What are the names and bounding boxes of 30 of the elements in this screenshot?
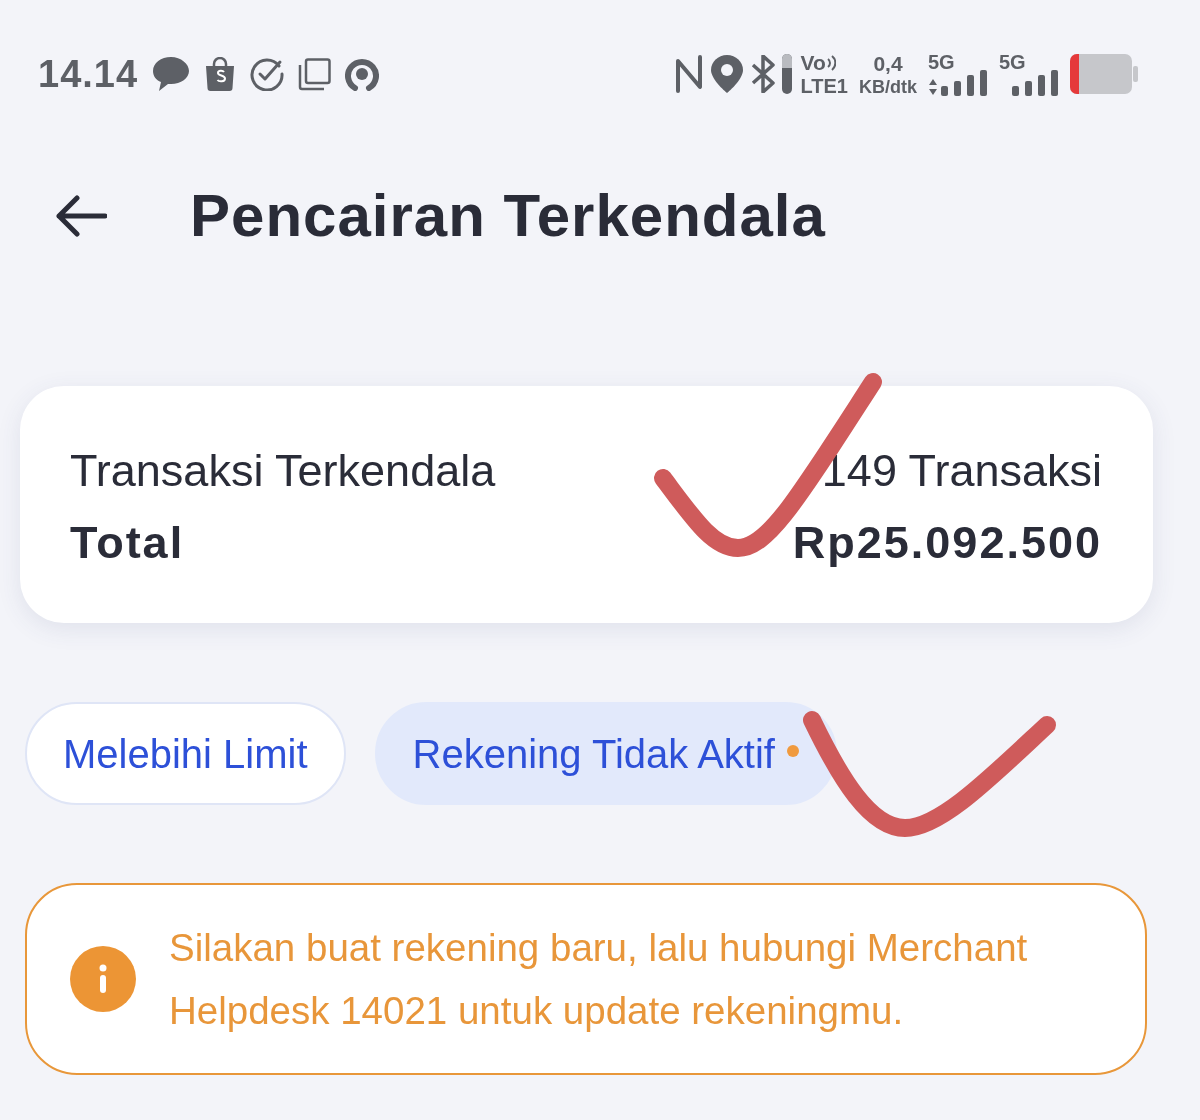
ring-icon: [345, 57, 380, 91]
copy-icon: [298, 57, 332, 91]
summary-value: Rp25.092.500: [792, 516, 1102, 571]
vertical-bar-icon: [781, 54, 792, 94]
network-type-label: 5G: [928, 52, 955, 72]
signal-bars-icon: [941, 70, 988, 96]
bluetooth-icon: [750, 55, 775, 93]
lte-label: LTE1: [800, 76, 848, 96]
back-arrow-icon: [55, 195, 107, 237]
status-time: 14.14: [38, 55, 139, 93]
network-type-label: 5G: [999, 52, 1026, 72]
notice-text: Silakan buat rekening baru, lalu hubungi Merchant Helpdesk 14021 untuk update rekeningmu.: [169, 925, 1029, 1034]
location-pin-icon: [709, 54, 744, 94]
page-title: Pencairan Terkendala: [190, 186, 826, 246]
chat-bubble-icon: [152, 56, 191, 92]
nfc-icon: [674, 55, 703, 93]
summary-label: Total: [70, 516, 185, 571]
speed-value: 0,4: [873, 52, 903, 74]
speed-unit: KB/dtk: [859, 77, 917, 96]
sound-waves-icon: [825, 54, 836, 71]
summary-label: Transaksi Terkendala: [70, 444, 496, 499]
filter-tab[interactable]: Melebihi Limit: [25, 702, 346, 805]
check-circle-icon: [250, 57, 285, 91]
battery-icon: [1070, 54, 1138, 94]
info-icon: [70, 946, 136, 1012]
volte-label: Vo: [800, 52, 826, 73]
filter-tab[interactable]: Rekening Tidak Aktif: [374, 702, 837, 805]
signal-bars-icon: [1012, 70, 1059, 96]
shopping-bag-icon: [204, 57, 237, 91]
summary-value: 149 Transaksi: [821, 444, 1102, 499]
